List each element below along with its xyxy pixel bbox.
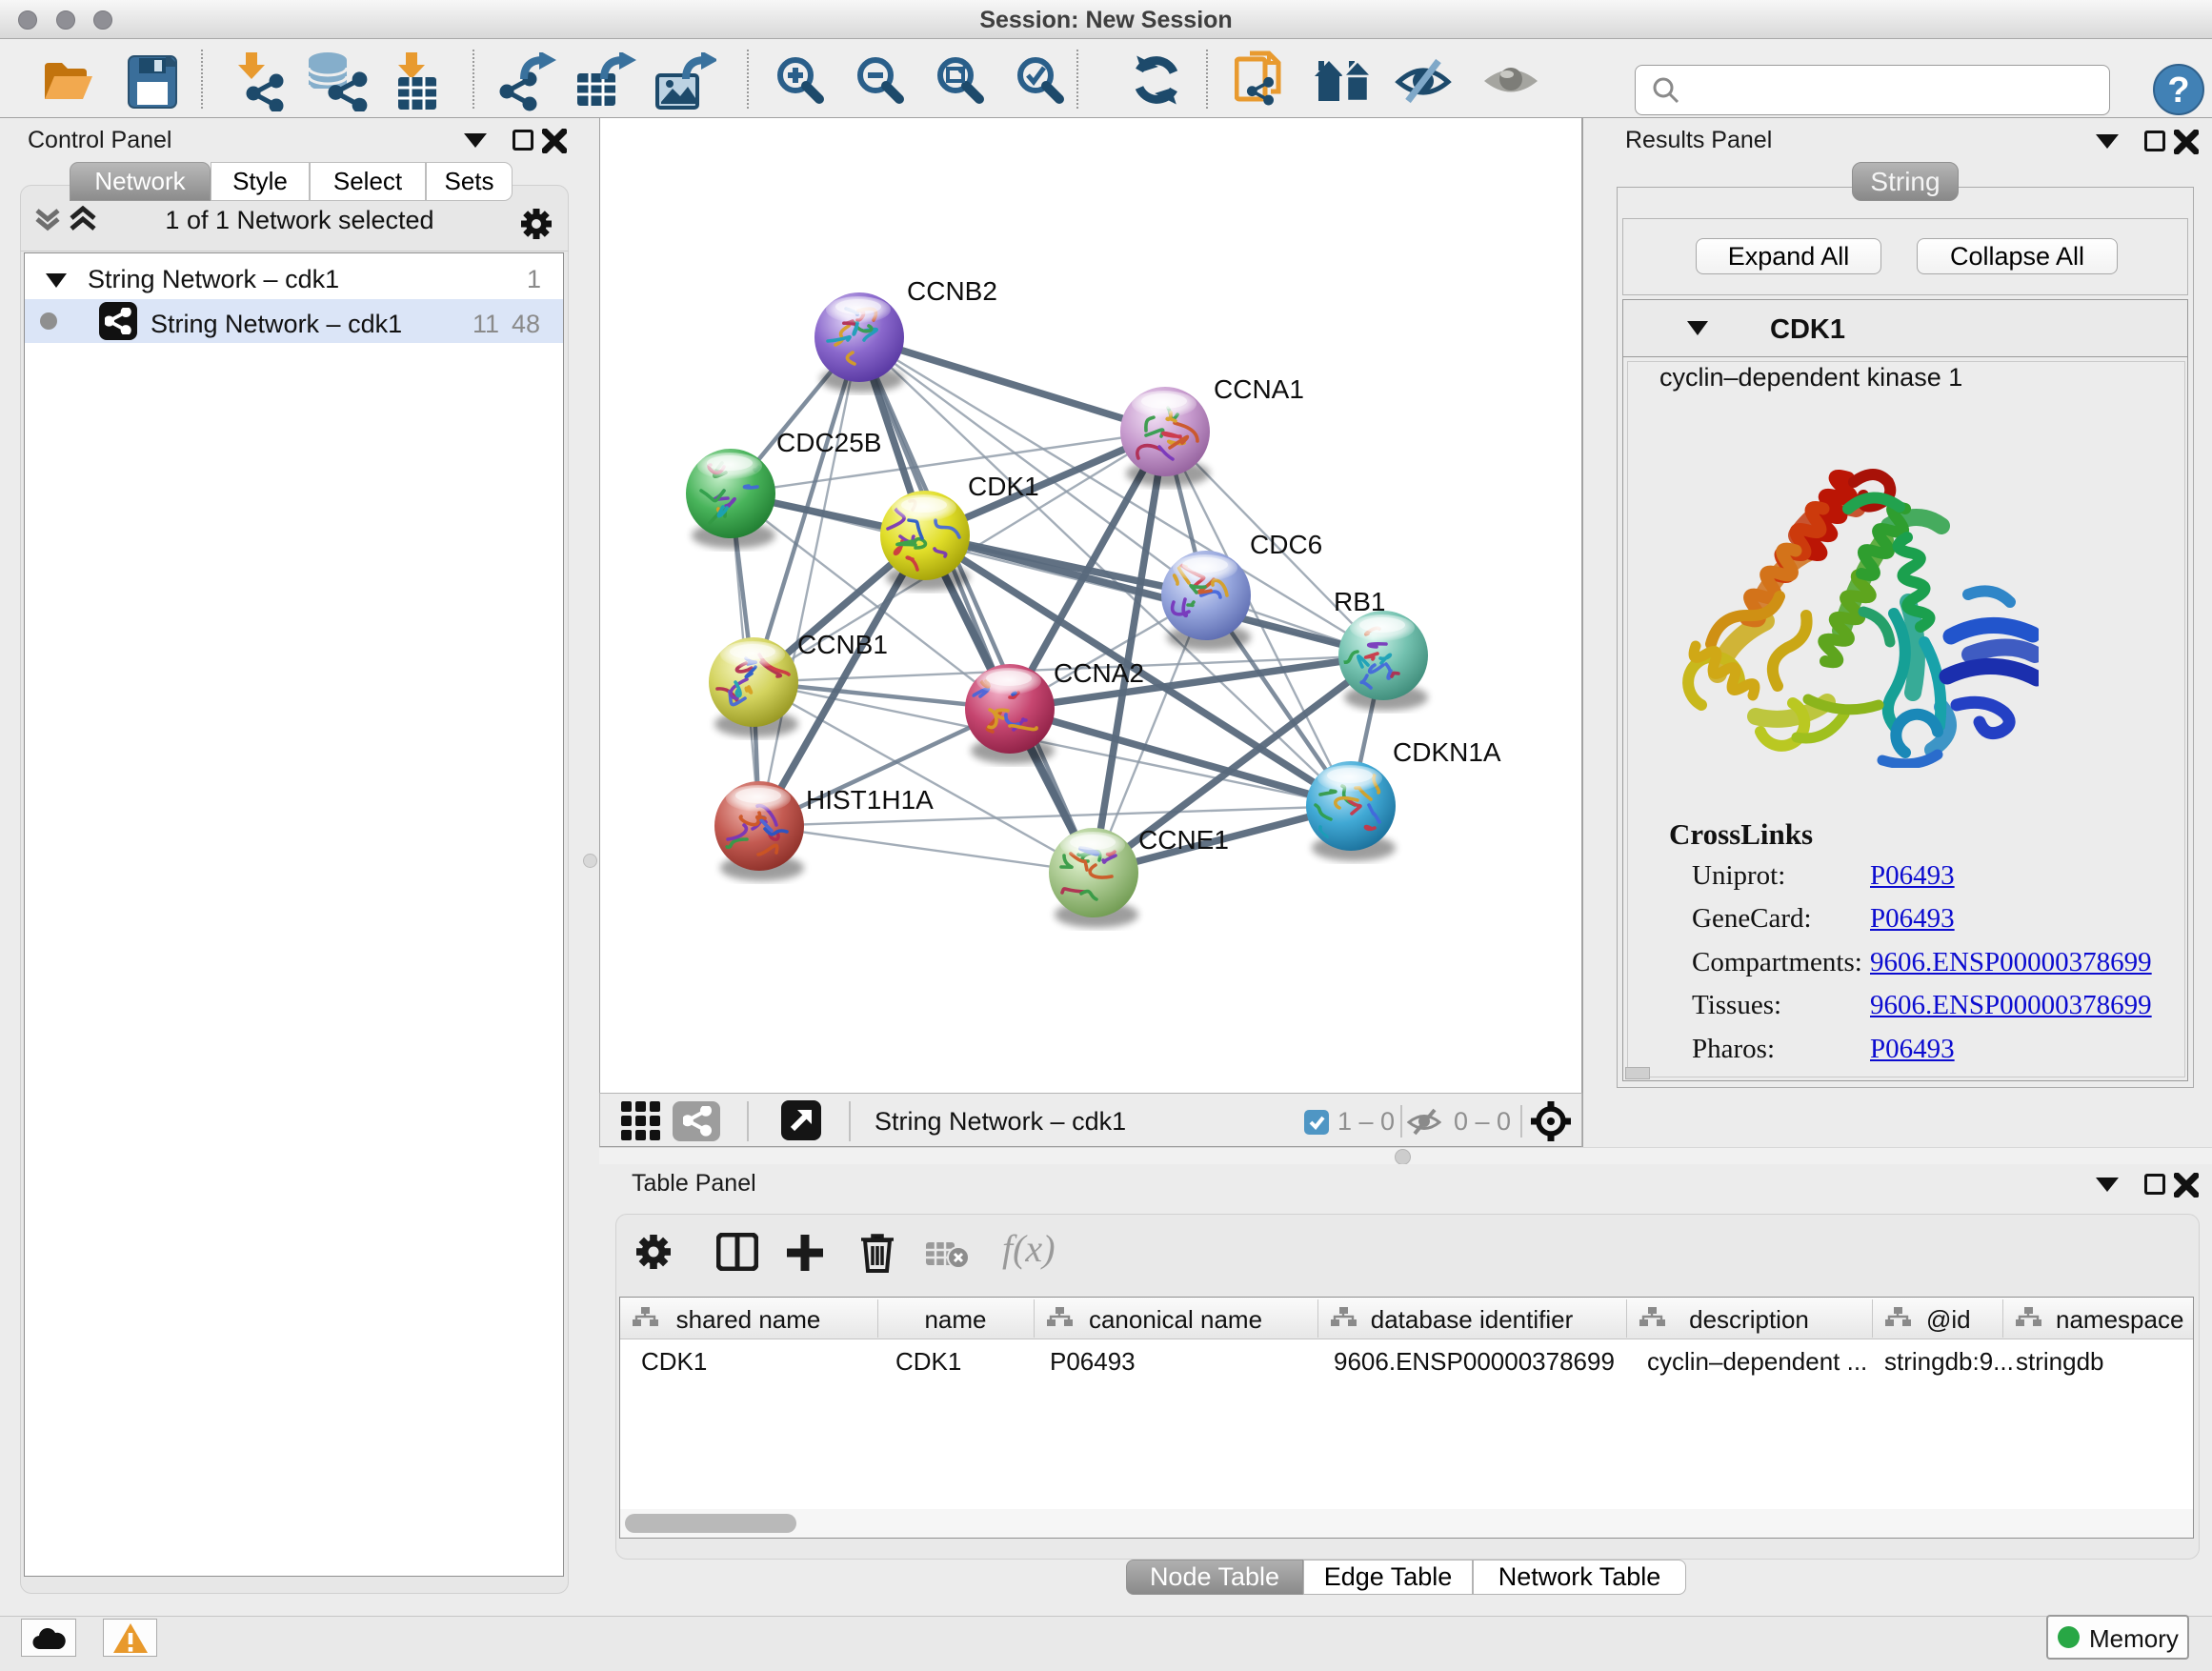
svg-text:CCNA2: CCNA2	[1054, 658, 1144, 688]
svg-text:HIST1H1A: HIST1H1A	[806, 785, 934, 815]
svg-text:CCNA1: CCNA1	[1214, 374, 1304, 404]
svg-text:CDC6: CDC6	[1250, 530, 1322, 559]
svg-text:RB1: RB1	[1334, 587, 1385, 616]
svg-text:?: ?	[2167, 70, 2189, 111]
svg-text:CDKN1A: CDKN1A	[1393, 737, 1501, 767]
svg-text:CDK1: CDK1	[968, 472, 1039, 501]
svg-text:CDC25B: CDC25B	[776, 428, 881, 457]
svg-text:CCNB2: CCNB2	[907, 276, 997, 306]
svg-text:CCNE1: CCNE1	[1138, 825, 1229, 855]
svg-text:CCNB1: CCNB1	[797, 630, 888, 659]
